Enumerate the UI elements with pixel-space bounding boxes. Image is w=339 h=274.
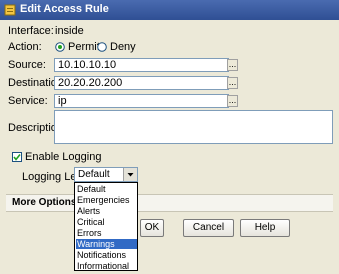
dropdown-option-emergencies[interactable]: Emergencies	[76, 195, 137, 205]
destination-browse-button[interactable]: ...	[227, 77, 238, 89]
logging-level-dropdown-list: Default Emergencies Alerts Critical Erro…	[74, 182, 138, 271]
enable-logging-checkbox[interactable]	[12, 152, 22, 162]
source-label: Source:	[8, 59, 46, 71]
chevron-down-icon[interactable]	[123, 168, 137, 181]
service-field[interactable]: ip	[54, 94, 229, 108]
edit-access-rule-dialog: Edit Access Rule Interface: inside Actio…	[0, 0, 339, 274]
dropdown-option-alerts[interactable]: Alerts	[76, 206, 137, 216]
source-field[interactable]: 10.10.10.10	[54, 58, 229, 72]
cancel-button[interactable]: Cancel	[183, 219, 234, 237]
dropdown-option-notifications[interactable]: Notifications	[76, 250, 137, 260]
more-options-bar[interactable]: More Options	[6, 194, 333, 212]
action-label: Action:	[8, 41, 42, 53]
app-icon	[4, 4, 16, 16]
deny-radio[interactable]	[97, 42, 107, 52]
interface-label: Interface:	[8, 25, 54, 37]
enable-logging-label[interactable]: Enable Logging	[25, 151, 101, 163]
destination-value: 20.20.20.200	[58, 77, 123, 89]
logging-level-select[interactable]: Default	[74, 167, 138, 182]
title-bar: Edit Access Rule	[0, 0, 339, 20]
dropdown-option-informational[interactable]: Informational	[76, 261, 137, 271]
destination-field[interactable]: 20.20.20.200	[54, 76, 229, 90]
deny-label[interactable]: Deny	[110, 41, 136, 53]
logging-level-value: Default	[78, 169, 110, 180]
service-label: Service:	[8, 95, 48, 107]
service-browse-button[interactable]: ...	[227, 95, 238, 107]
service-value: ip	[58, 95, 67, 107]
more-options-label: More Options	[12, 197, 77, 208]
help-button[interactable]: Help	[240, 219, 290, 237]
permit-radio[interactable]	[55, 42, 65, 52]
source-browse-button[interactable]: ...	[227, 59, 238, 71]
window-title: Edit Access Rule	[20, 3, 109, 15]
ok-button[interactable]: OK	[140, 219, 164, 237]
dropdown-option-default[interactable]: Default	[76, 184, 137, 194]
description-field[interactable]	[54, 110, 333, 144]
dropdown-option-critical[interactable]: Critical	[76, 217, 137, 227]
dropdown-option-errors[interactable]: Errors	[76, 228, 137, 238]
permit-label[interactable]: Permit	[68, 41, 100, 53]
source-value: 10.10.10.10	[58, 59, 117, 71]
dropdown-option-warnings[interactable]: Warnings	[76, 239, 137, 249]
interface-value: inside	[55, 25, 84, 37]
